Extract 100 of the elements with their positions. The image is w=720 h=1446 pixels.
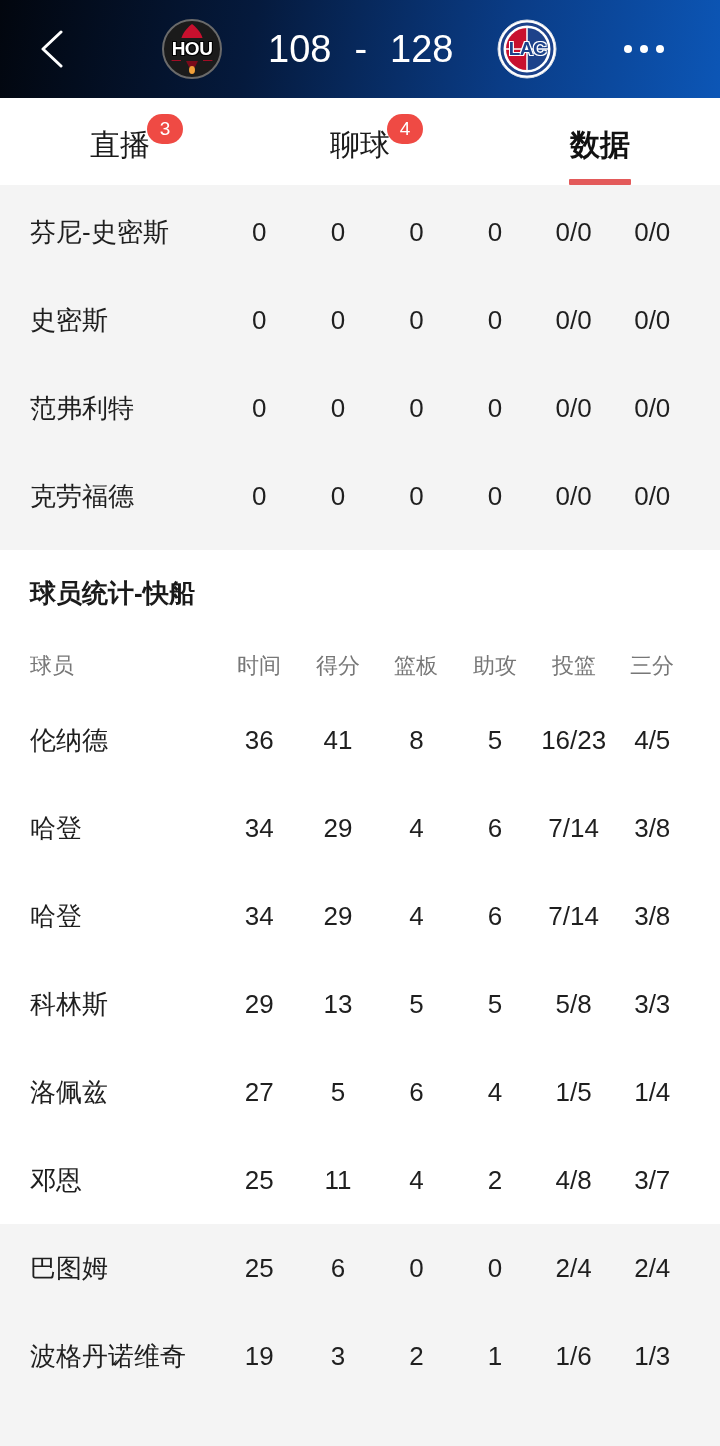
player-name: 哈登 (30, 813, 82, 843)
stat-cell: 0/0 (634, 217, 671, 247)
player-name: 范弗利特 (30, 393, 134, 423)
stat-cell: 0 (330, 481, 346, 511)
player-name: 哈登 (30, 901, 82, 931)
stat-cell: 0 (252, 481, 267, 511)
stat-cell: 0 (487, 1253, 503, 1283)
player-name: 芬尼-史密斯 (30, 217, 169, 247)
stat-cell: 3/8 (634, 813, 671, 843)
stat-cell: 6 (409, 1077, 424, 1107)
stat-cell: 3/3 (634, 989, 671, 1019)
stat-cell: 29 (244, 989, 274, 1019)
column-header: 时间 (237, 652, 282, 680)
player-name: 伦纳德 (30, 725, 108, 755)
stat-cell: 0 (409, 393, 424, 423)
stat-cell: 1/5 (555, 1077, 592, 1107)
stat-cell: 0 (330, 393, 346, 423)
stat-cell: 34 (244, 901, 274, 931)
stat-cell: 0 (330, 305, 346, 335)
player-name: 洛佩兹 (30, 1077, 108, 1107)
stat-cell: 0 (487, 217, 503, 247)
stat-cell: 3/8 (634, 901, 671, 931)
stat-cell: 29 (323, 813, 353, 843)
stat-cell: 4 (487, 1077, 503, 1107)
stat-cell: 29 (323, 901, 353, 931)
stat-cell: 0 (330, 217, 346, 247)
stat-cell: 5 (487, 725, 503, 755)
home-score: 108 (268, 27, 332, 71)
player-name: 克劳福德 (30, 481, 134, 511)
stat-cell: 4 (409, 1165, 424, 1195)
stat-cell: 6 (487, 813, 503, 843)
stat-cell: 0 (252, 305, 267, 335)
player-name: 史密斯 (30, 305, 108, 335)
score-separator: - (354, 27, 368, 71)
stat-cell: 2 (487, 1165, 503, 1195)
player-name: 波格丹诺维奇 (30, 1341, 186, 1371)
stat-cell: 0 (487, 305, 503, 335)
stat-cell: 0/0 (555, 305, 592, 335)
stat-cell: 1 (487, 1341, 503, 1371)
stat-cell: 0 (409, 481, 424, 511)
stat-cell: 0 (409, 217, 424, 247)
away-score: 128 (390, 27, 454, 71)
column-header: 得分 (315, 652, 360, 680)
stat-cell: 5 (330, 1077, 346, 1107)
more-icon[interactable] (623, 44, 666, 54)
stat-cell: 11 (324, 1165, 352, 1195)
stat-cell: 4/5 (634, 725, 671, 755)
column-header: 助攻 (473, 652, 518, 680)
stat-cell: 0/0 (634, 481, 671, 511)
stat-cell: 0 (252, 217, 267, 247)
stat-cell: 8 (409, 725, 424, 755)
column-header: 篮板 (394, 652, 439, 680)
player-name: 科林斯 (30, 989, 108, 1019)
stat-cell: 1/3 (634, 1341, 671, 1371)
stat-cell: 5 (487, 989, 503, 1019)
stat-cell: 0 (252, 393, 267, 423)
stat-cell: 16/23 (541, 725, 607, 755)
section-title: 球员统计-快船 (30, 577, 195, 609)
stat-cell: 2 (409, 1341, 424, 1371)
basketball-emblem-icon (497, 19, 558, 79)
stat-cell: 19 (244, 1341, 274, 1371)
stat-cell: 0 (487, 393, 503, 423)
stat-cell: 0 (487, 481, 503, 511)
stat-cell: 25 (244, 1253, 274, 1283)
stat-cell: 5/8 (555, 989, 592, 1019)
column-header: 球员 (30, 652, 74, 680)
stat-cell: 7/14 (548, 813, 599, 843)
stat-cell: 4 (409, 901, 424, 931)
player-name: 邓恩 (30, 1165, 82, 1195)
stat-cell: 6 (330, 1253, 346, 1283)
stat-cell: 0/0 (555, 481, 592, 511)
stat-cell: 0/0 (634, 305, 671, 335)
stat-cell: 5 (409, 989, 424, 1019)
stat-cell: 2/4 (555, 1253, 592, 1283)
stat-cell: 0 (409, 305, 424, 335)
stat-cell: 4 (409, 813, 424, 843)
stat-cell: 1/4 (634, 1077, 671, 1107)
back-icon[interactable] (40, 30, 64, 68)
column-header: 三分 (630, 652, 675, 680)
stat-cell: 0/0 (555, 217, 592, 247)
stat-cell: 0/0 (555, 393, 592, 423)
tab[interactable]: 数据 (569, 98, 631, 185)
stat-cell: 13 (323, 989, 353, 1019)
stat-cell: 25 (244, 1165, 274, 1195)
stat-cell: 1/6 (555, 1341, 592, 1371)
stat-cell: 36 (244, 725, 274, 755)
column-header: 投篮 (551, 652, 596, 680)
stat-cell: 41 (323, 725, 353, 755)
team-abbreviation: HOU (169, 38, 215, 60)
stat-cell: 34 (244, 813, 274, 843)
stat-cell: 4/8 (555, 1165, 592, 1195)
stat-cell: 3 (330, 1341, 346, 1371)
stat-cell: 27 (244, 1077, 274, 1107)
stat-cell: 3/7 (634, 1165, 671, 1195)
stat-cell: 0/0 (634, 393, 671, 423)
stat-cell: 0 (409, 1253, 424, 1283)
count-badge: 3 (147, 114, 183, 144)
stat-cell: 7/14 (548, 901, 599, 931)
player-name: 巴图姆 (30, 1253, 108, 1283)
stat-cell: 2/4 (634, 1253, 671, 1283)
